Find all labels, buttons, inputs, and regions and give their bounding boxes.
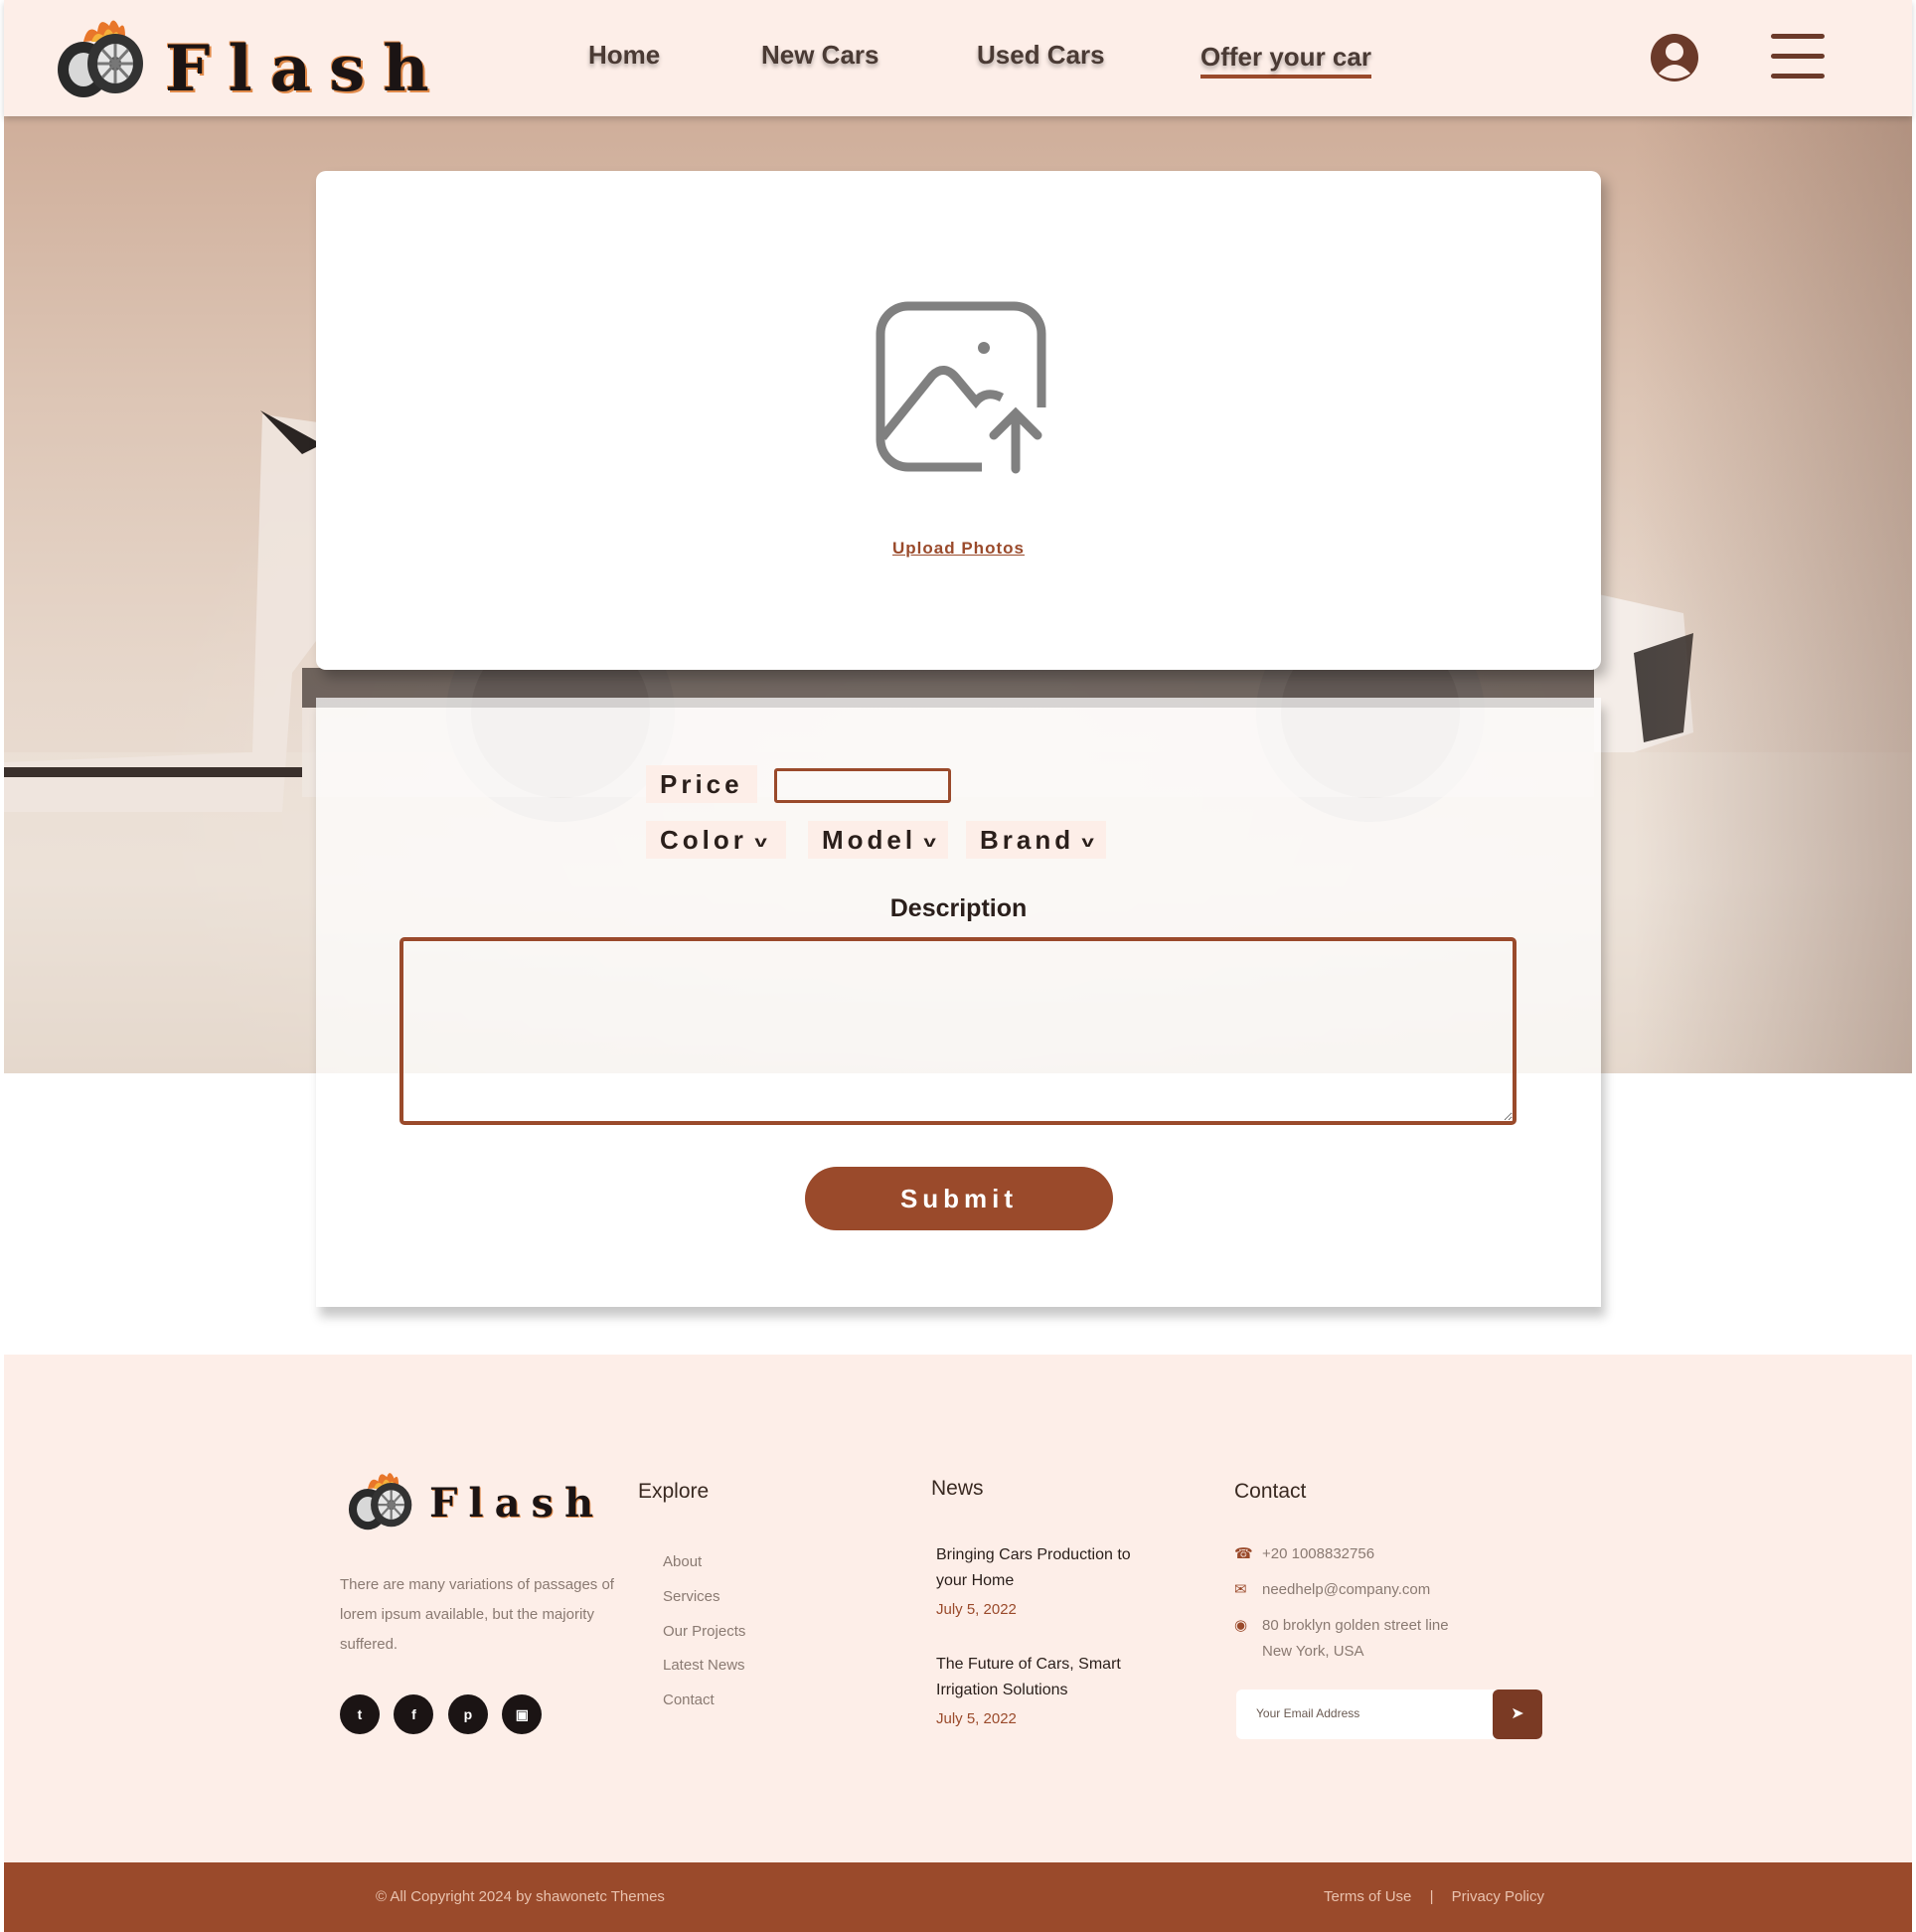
- terms-of-use-link[interactable]: Terms of Use: [1324, 1888, 1411, 1905]
- contact-phone[interactable]: ☎ +20 1008832756: [1234, 1541, 1375, 1567]
- explore-our-projects-link[interactable]: Our Projects: [663, 1623, 745, 1640]
- news-item-date: July 5, 2022: [936, 1601, 1017, 1618]
- price-label-text: Price: [660, 769, 743, 799]
- upload-photos-card[interactable]: Upload Photos: [316, 171, 1601, 670]
- explore-title: Explore: [638, 1480, 710, 1503]
- footer: Flash There are many variations of passa…: [4, 1355, 1912, 1862]
- nav-offer-your-car-link[interactable]: Offer your car: [1200, 42, 1371, 79]
- chevron-down-icon: v: [1081, 834, 1100, 851]
- news-item-title[interactable]: Bringing Cars Production to your Home: [936, 1542, 1165, 1594]
- envelope-icon: ✉: [1234, 1581, 1247, 1598]
- pinterest-icon[interactable]: p: [447, 1694, 488, 1734]
- legal-separator: |: [1429, 1888, 1434, 1905]
- brand-logo[interactable]: Flash: [54, 12, 429, 106]
- phone-icon: ☎: [1234, 1545, 1253, 1562]
- model-dropdown[interactable]: Model v: [808, 821, 948, 859]
- twitter-icon[interactable]: t: [340, 1694, 380, 1734]
- submit-button[interactable]: Submit: [805, 1167, 1113, 1230]
- description-textarea[interactable]: [399, 937, 1517, 1125]
- news-item-title[interactable]: The Future of Cars, Smart Irrigation Sol…: [936, 1652, 1165, 1703]
- footer-logo[interactable]: Flash: [346, 1466, 593, 1535]
- model-dropdown-label: Model: [822, 825, 917, 855]
- user-circle-icon[interactable]: [1649, 32, 1700, 83]
- newsletter-email-input[interactable]: Your Email Address: [1256, 1706, 1359, 1720]
- nav-new-cars-link[interactable]: New Cars: [761, 40, 879, 71]
- bottom-bar: © All Copyright 2024 by shawonetc Themes…: [4, 1862, 1912, 1932]
- contact-title: Contact: [1234, 1480, 1307, 1503]
- explore-services-link[interactable]: Services: [663, 1588, 720, 1605]
- map-pin-icon: ◉: [1234, 1617, 1248, 1634]
- footer-description: There are many variations of passages of…: [340, 1576, 614, 1653]
- tire-flame-logo-icon: [58, 20, 143, 97]
- nav-home-link[interactable]: Home: [588, 40, 660, 71]
- contact-address: ◉ 80 broklyn golden street line New York…: [1234, 1613, 1449, 1665]
- price-label: Price: [646, 765, 757, 803]
- description-title: Description: [889, 894, 1028, 922]
- chevron-down-icon: v: [754, 834, 773, 851]
- contact-address-line2: New York, USA: [1262, 1643, 1364, 1660]
- image-upload-icon[interactable]: [875, 298, 1051, 475]
- color-dropdown-label: Color: [660, 825, 747, 855]
- contact-address-line1: 80 broklyn golden street line: [1262, 1617, 1449, 1634]
- explore-latest-news-link[interactable]: Latest News: [663, 1657, 745, 1674]
- legal-links: Terms of Use | Privacy Policy: [1324, 1888, 1544, 1905]
- facebook-icon[interactable]: f: [394, 1694, 434, 1734]
- upload-photos-link[interactable]: Upload Photos: [316, 539, 1601, 559]
- brand-dropdown-label: Brand: [980, 825, 1075, 855]
- car-details-form: Price Color v Model v Brand v Description S…: [316, 698, 1601, 1307]
- brand-dropdown[interactable]: Brand v: [966, 821, 1106, 859]
- tire-flame-logo-icon: [348, 1473, 412, 1530]
- privacy-policy-link[interactable]: Privacy Policy: [1452, 1888, 1544, 1905]
- newsletter-form: Your Email Address ➤: [1236, 1690, 1542, 1739]
- copyright-text: © All Copyright 2024 by shawonetc Themes: [376, 1888, 665, 1905]
- contact-email[interactable]: ✉ needhelp@company.com: [1234, 1577, 1431, 1603]
- footer-brand-name: Flash: [429, 1480, 605, 1527]
- news-title: News: [931, 1477, 984, 1500]
- chevron-down-icon: v: [923, 834, 942, 851]
- contact-email-text: needhelp@company.com: [1262, 1581, 1431, 1598]
- contact-phone-text: +20 1008832756: [1262, 1545, 1375, 1562]
- brand-name: Flash: [165, 32, 447, 106]
- send-icon[interactable]: ➤: [1493, 1690, 1542, 1739]
- color-dropdown[interactable]: Color v: [646, 821, 786, 859]
- navbar: Flash Home New Cars Used Cars Offer your…: [4, 0, 1912, 116]
- explore-about-link[interactable]: About: [663, 1553, 702, 1570]
- explore-contact-link[interactable]: Contact: [663, 1691, 715, 1708]
- social-links: t f p ▣: [340, 1694, 552, 1734]
- instagram-icon[interactable]: ▣: [502, 1694, 543, 1734]
- nav-used-cars-link[interactable]: Used Cars: [977, 40, 1105, 71]
- price-input[interactable]: [774, 768, 951, 803]
- hamburger-menu-icon[interactable]: [1771, 34, 1825, 80]
- news-item-date: July 5, 2022: [936, 1710, 1017, 1727]
